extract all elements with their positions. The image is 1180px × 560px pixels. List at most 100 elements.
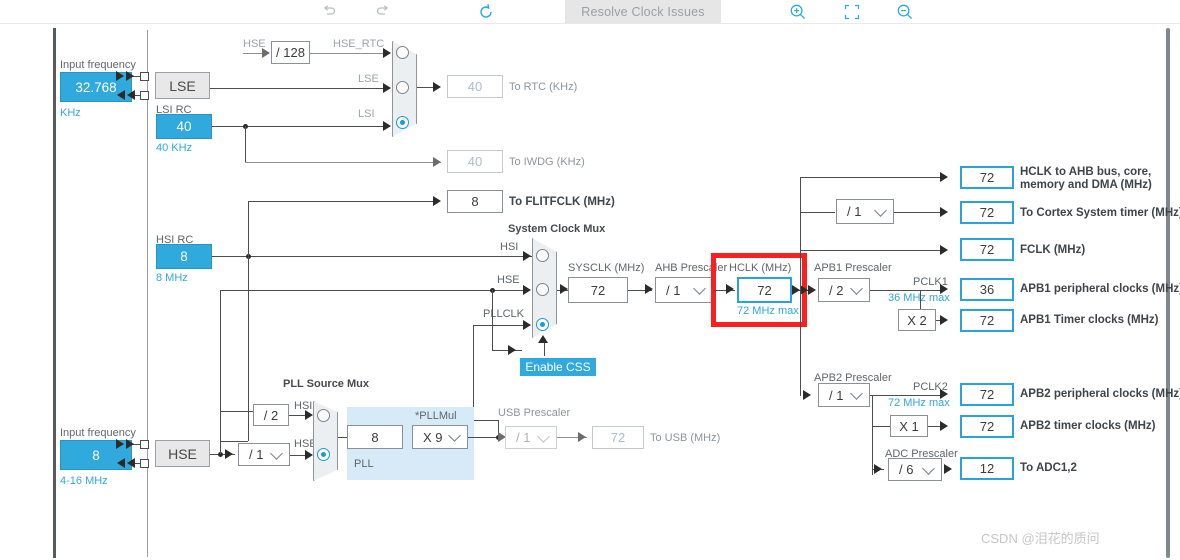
apb1-timer-multiplier: X 2 [898,309,936,331]
fit-screen-icon[interactable] [837,0,867,24]
chevron-down-icon [693,282,706,295]
arrow-hclk-in [726,284,734,294]
chevron-down-icon [537,429,550,443]
wire-hse-branch-up [220,290,221,454]
wire-hse-branch-down [492,290,493,350]
enable-css-button[interactable]: Enable CSS [520,358,596,376]
arrow-sysmux-in-pllclk [523,320,531,330]
zoom-out-icon[interactable] [890,0,920,24]
arrow-usb-in [578,432,586,442]
wire-apb1-to-periph [870,290,940,291]
arrow-to-flitfclk [433,196,441,206]
arrow-to-rtc [433,82,441,92]
apb2-prescaler-value: / 1 [829,387,844,403]
wire-hsi-to-div2 [220,441,248,442]
sysmux-option-pllclk[interactable] [536,318,549,331]
undo-icon[interactable] [314,0,344,24]
hse-arrow-a [116,439,124,449]
cortex-systimer-prescaler-select[interactable]: / 1 [836,199,894,224]
arrow-sysmux-in-hse [523,285,531,295]
pllmux-option-hse[interactable] [317,448,330,461]
adc-prescaler-value: / 6 [899,462,914,477]
pllmux-option-hsi[interactable] [317,409,330,422]
fclk-value: 72 [960,238,1014,261]
hsi-value-field: 8 [156,244,212,269]
wire-hsi-branch-down [248,256,249,441]
to-usb-value: 72 [592,426,644,449]
arrow-adc-presc-in [874,464,882,474]
sysmux-input-hsi-label: HSI [500,241,519,253]
lse-pad-top [140,72,149,81]
wire-hclk-to-cortex-presc [800,212,835,213]
arrow-apb2-in [803,390,811,400]
usb-prescaler-select[interactable]: / 1 [505,426,557,449]
lse-unit-label: KHz [60,107,81,119]
arrow-rtcmux-in-2 [383,83,391,93]
wire-lsi-to-rtcmux [212,126,390,127]
apb2-prescaler-select[interactable]: / 1 [818,383,870,407]
chevron-down-icon [270,446,283,460]
pll-input-value: 8 [347,425,403,449]
redo-icon[interactable] [368,0,398,24]
hclk-ahb-bus-value: 72 [960,166,1014,189]
adc-prescaler-select[interactable]: / 6 [888,458,942,481]
wire-lsi-to-iwdg [245,162,441,163]
lse-block[interactable]: LSE [155,72,210,99]
hse-prescaler-select[interactable]: / 1 [238,443,290,466]
sysmux-option-hse[interactable] [536,283,549,296]
refresh-icon[interactable] [471,0,501,24]
arrow-hclk-out-a [792,285,800,295]
to-rtc-label: To RTC (KHz) [509,81,578,93]
lse-arrow-d [127,90,135,100]
apb1-peripheral-value: 36 [960,278,1014,301]
wire-lse-to-rtcmux [210,88,390,89]
arrow-ahbbus-in [940,172,948,182]
lse-arrow-c [117,90,125,100]
resolve-clock-issues-button[interactable]: Resolve Clock Issues [565,0,721,24]
rtc-mux-option-lse[interactable] [396,81,409,94]
lse-input-frequency-label: Input frequency [60,59,136,71]
sysmux-input-pllclk-label: PLLCLK [483,308,524,320]
arrow-fclk-in [940,245,948,255]
clock-configuration-canvas: Resolve Clock Issues Input frequency 32.… [0,0,1180,560]
lsi-value-field: 40 [156,114,212,139]
hse-pad-top [140,440,149,449]
hse-rtc-label: HSE_RTC [333,38,385,50]
pll-hsi-div2: / 2 [253,404,289,426]
apb2-timer-value: 72 [960,415,1014,438]
hse-block[interactable]: HSE [155,440,210,467]
apb1-prescaler-title: APB1 Prescaler [814,262,892,274]
apb1-max-note: 36 MHz max [888,292,950,304]
arrow-pllmux-in-hsi [305,410,313,420]
to-flitfclk-label: To FLITFCLK (MHz) [509,196,615,208]
apb2-peripheral-label: APB2 peripheral clocks (MHz) [1020,388,1180,400]
wire-hse-to-css [492,350,522,351]
arrow-pllmux-in-hse [305,450,313,460]
sysclk-title: SYSCLK (MHz) [568,262,645,274]
sysclk-value: 72 [568,277,628,303]
hclk-value-field[interactable]: 72 [737,277,792,303]
arrow-sysclk-in [560,284,568,294]
canvas-left-border [53,28,56,558]
zoom-in-icon[interactable] [783,0,813,24]
ahb-prescaler-select[interactable]: / 1 [655,277,713,303]
lsi-unit-label: 40 KHz [156,142,193,154]
pllmul-select[interactable]: X 9 [412,425,468,449]
fclk-label: FCLK (MHz) [1020,244,1086,256]
hse-prescaler-value: / 1 [249,447,264,462]
to-rtc-value: 40 [447,75,503,98]
hse-pad-bottom [140,459,149,468]
chevron-down-icon [448,429,461,442]
toolbar-divider [0,23,1180,24]
wire-apb2-branch-down [872,395,873,475]
rtc-mux-option-lsi[interactable] [396,116,409,129]
watermark: CSDN @泪花的质问 [981,531,1100,546]
hse-input-frequency-label: Input frequency [60,427,136,439]
cortex-prescaler-value: / 1 [847,204,862,219]
rtc-divider-128: / 128 [271,41,310,64]
sysmux-option-hsi[interactable] [536,249,549,262]
apb1-prescaler-select[interactable]: / 2 [818,278,870,302]
rtc-mux-option-hse-rtc[interactable] [396,46,409,59]
wire-hsi-branch-up [248,201,249,256]
cortex-systimer-label: To Cortex System timer (MHz) [1020,207,1180,219]
